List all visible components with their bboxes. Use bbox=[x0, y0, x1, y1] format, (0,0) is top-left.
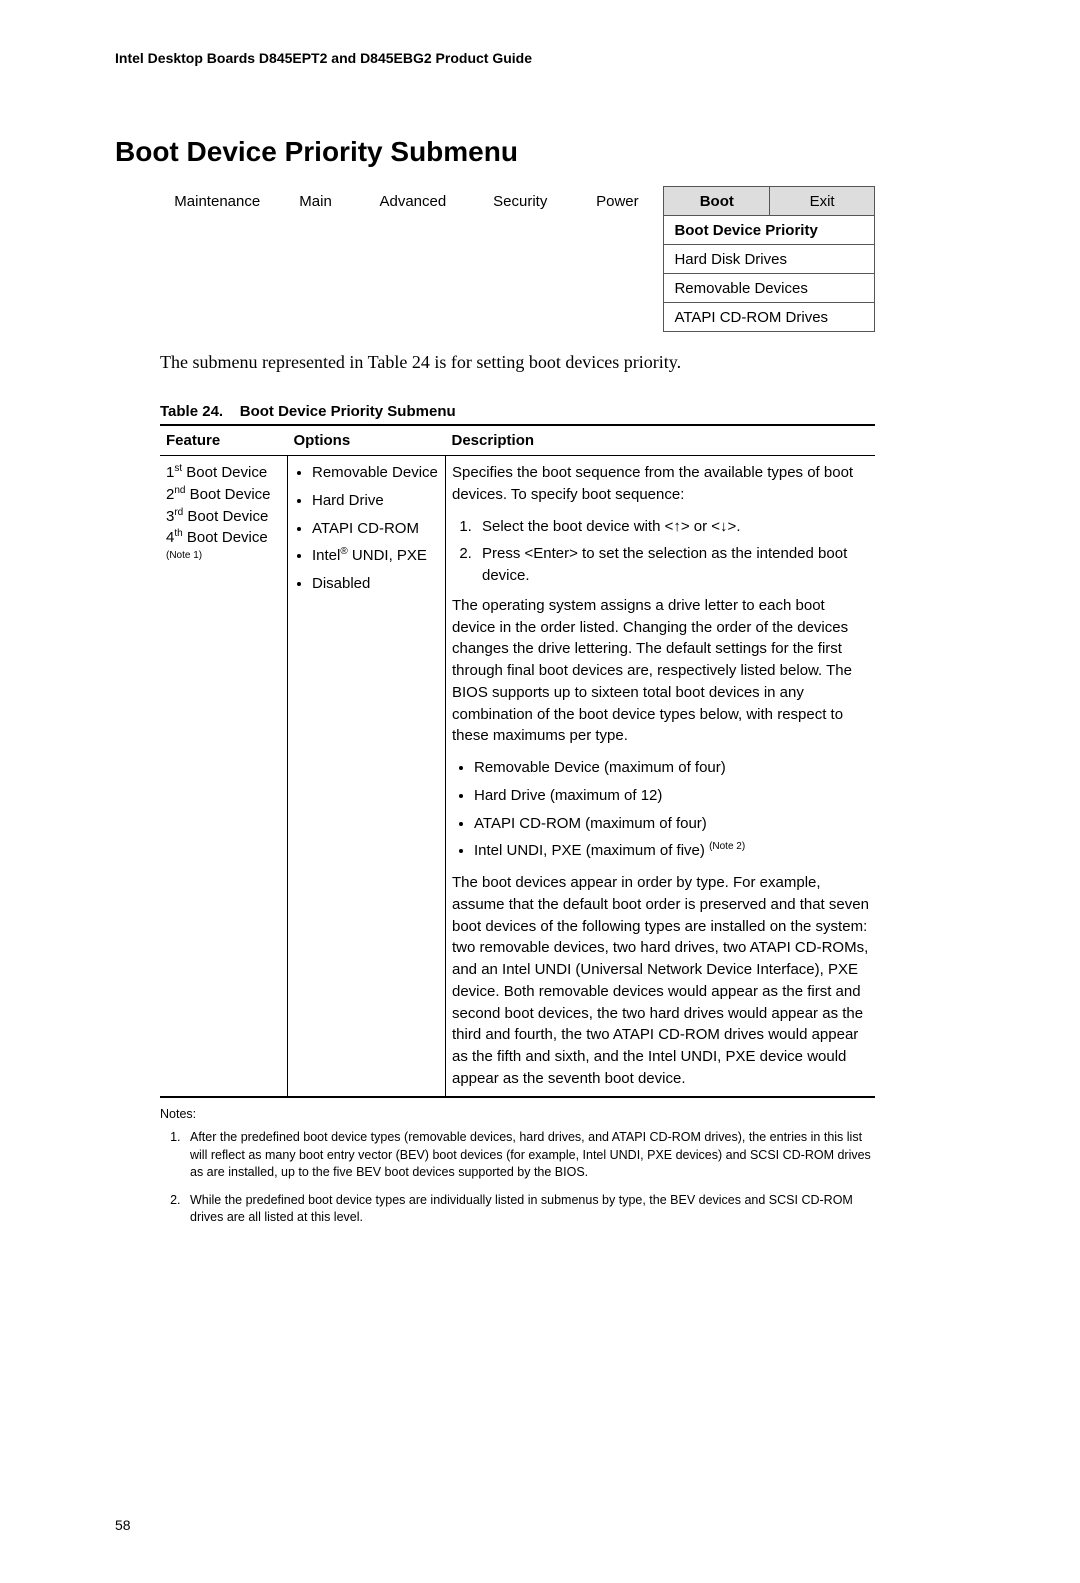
desc-bullet: ATAPI CD-ROM (maximum of four) bbox=[474, 813, 869, 835]
section-title: Boot Device Priority Submenu bbox=[115, 136, 965, 168]
note-item: After the predefined boot device types (… bbox=[184, 1129, 875, 1182]
menu-tab-boot: Boot bbox=[664, 187, 770, 216]
col-description: Description bbox=[446, 425, 876, 456]
col-options: Options bbox=[288, 425, 446, 456]
menu-tab-security: Security bbox=[469, 187, 571, 216]
feature-label: Boot Device bbox=[183, 529, 268, 546]
option-item: ATAPI CD-ROM bbox=[312, 518, 439, 540]
submenu-item: ATAPI CD-ROM Drives bbox=[664, 303, 875, 332]
ordinal-sup: rd bbox=[174, 507, 183, 518]
submenu-item: Boot Device Priority bbox=[664, 216, 875, 245]
desc-step: Select the boot device with <↑> or <↓>. bbox=[476, 516, 869, 538]
submenu-item: Removable Devices bbox=[664, 274, 875, 303]
intro-paragraph: The submenu represented in Table 24 is f… bbox=[160, 352, 965, 373]
options-cell: Removable Device Hard Drive ATAPI CD-ROM… bbox=[288, 456, 446, 1097]
feature-cell: 1st Boot Device 2nd Boot Device 3rd Boot… bbox=[160, 456, 288, 1097]
desc-bullet: Removable Device (maximum of four) bbox=[474, 757, 869, 779]
ordinal-sup: th bbox=[174, 528, 182, 539]
menu-tab-maintenance: Maintenance bbox=[160, 187, 275, 216]
table-caption: Table 24. Boot Device Priority Submenu bbox=[160, 403, 965, 420]
desc-bullet: Hard Drive (maximum of 12) bbox=[474, 785, 869, 807]
ordinal-sup: nd bbox=[174, 485, 185, 496]
option-item: Intel® UNDI, PXE bbox=[312, 545, 439, 567]
feature-label: Boot Device bbox=[183, 508, 268, 525]
bios-menu-table: Maintenance Main Advanced Security Power… bbox=[160, 186, 875, 332]
submenu-item: Hard Disk Drives bbox=[664, 245, 875, 274]
desc-paragraph: The operating system assigns a drive let… bbox=[452, 595, 869, 747]
feature-note-ref: (Note 1) bbox=[166, 550, 202, 561]
menu-tab-main: Main bbox=[275, 187, 357, 216]
table-caption-number: Table 24. bbox=[160, 403, 223, 420]
option-item: Hard Drive bbox=[312, 490, 439, 512]
option-item: Removable Device bbox=[312, 462, 439, 484]
table-caption-text: Boot Device Priority Submenu bbox=[240, 403, 456, 420]
feature-label: Boot Device bbox=[185, 486, 270, 503]
desc-step: Press <Enter> to set the selection as th… bbox=[476, 543, 869, 587]
desc-paragraph: Specifies the boot sequence from the ava… bbox=[452, 462, 869, 506]
col-feature: Feature bbox=[160, 425, 288, 456]
notes-block: Notes: After the predefined boot device … bbox=[160, 1106, 875, 1227]
menu-tab-exit: Exit bbox=[770, 187, 875, 216]
description-cell: Specifies the boot sequence from the ava… bbox=[446, 456, 876, 1097]
ordinal-sup: st bbox=[174, 463, 182, 474]
notes-label: Notes: bbox=[160, 1106, 875, 1124]
desc-bullet: Intel UNDI, PXE (maximum of five) (Note … bbox=[474, 840, 869, 862]
menu-tab-advanced: Advanced bbox=[357, 187, 470, 216]
page-number: 58 bbox=[115, 1517, 965, 1533]
option-item: Disabled bbox=[312, 573, 439, 595]
desc-paragraph: The boot devices appear in order by type… bbox=[452, 872, 869, 1090]
feature-label: Boot Device bbox=[182, 464, 267, 481]
note-item: While the predefined boot device types a… bbox=[184, 1192, 875, 1227]
menu-tab-power: Power bbox=[571, 187, 664, 216]
running-header: Intel Desktop Boards D845EPT2 and D845EB… bbox=[115, 50, 965, 66]
boot-priority-table: Feature Options Description 1st Boot Dev… bbox=[160, 424, 875, 1098]
